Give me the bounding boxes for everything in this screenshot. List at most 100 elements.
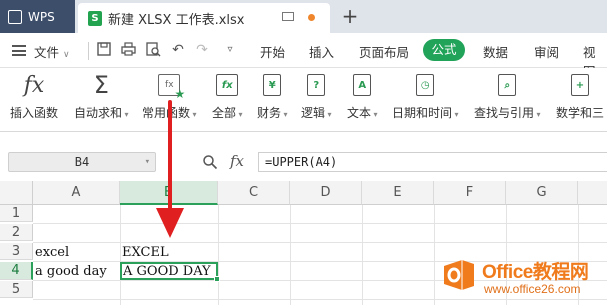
formula-input[interactable]: =UPPER(A4) xyxy=(258,152,607,172)
finance-book-glyph: ¥ xyxy=(263,74,282,96)
autosum-label-text: 自动求和 xyxy=(74,106,123,120)
tab-data[interactable]: 数据 xyxy=(483,42,508,61)
tab-start[interactable]: 开始 xyxy=(260,42,285,61)
text-book-glyph: A xyxy=(353,74,372,96)
column-header-g[interactable]: G xyxy=(506,181,578,205)
common-functions-glyph: fx ★ xyxy=(158,74,185,101)
tab-page-layout[interactable]: 页面布局 xyxy=(359,42,409,61)
cell-b3[interactable]: EXCEL xyxy=(120,244,169,261)
grid-line xyxy=(33,223,607,224)
dropdown-caret-icon: ▾ xyxy=(534,110,541,119)
grid-line xyxy=(33,242,607,243)
fx-book-glyph: fx xyxy=(216,74,239,96)
watermark: Office教程网 www.office26.com xyxy=(442,256,607,305)
save-icon[interactable] xyxy=(96,42,112,58)
wps-app-tab[interactable]: WPS xyxy=(0,0,75,33)
title-bar: WPS S 新建 XLSX 工作表.xlsx + xyxy=(0,0,607,33)
common-functions-icon: fx ★ xyxy=(156,72,185,101)
lookup-book-icon: ⌕ xyxy=(494,72,520,98)
cell-a4[interactable]: a good day xyxy=(33,263,107,280)
math-book-glyph: + xyxy=(571,74,589,96)
column-header-h[interactable] xyxy=(578,181,607,205)
dropdown-caret-icon: ▾ xyxy=(122,110,129,119)
lookup-book-glyph: ⌕ xyxy=(498,74,517,96)
file-tab[interactable]: S 新建 XLSX 工作表.xlsx xyxy=(78,3,330,33)
lookup-reference-button[interactable]: ⌕ 查找与引用 ▾ xyxy=(474,72,541,121)
insert-function-label: 插入函数 xyxy=(10,106,59,120)
wps-app-tab-label: WPS xyxy=(28,9,55,24)
logic-button[interactable]: ? 逻辑 ▾ xyxy=(301,72,332,121)
row-header-3[interactable]: 3 xyxy=(0,243,33,260)
print-icon[interactable] xyxy=(120,42,136,58)
dropdown-caret-icon: ▾ xyxy=(190,110,197,119)
text-functions-button[interactable]: A 文本 ▾ xyxy=(347,72,378,121)
grid-line xyxy=(434,205,435,305)
zoom-icon[interactable] xyxy=(202,154,218,170)
fx-book-icon: fx xyxy=(214,72,240,98)
wps-logo-icon xyxy=(8,9,22,24)
finance-book-icon: ¥ xyxy=(259,72,285,98)
fill-handle[interactable] xyxy=(214,276,220,282)
dropdown-caret-icon: ▾ xyxy=(371,110,378,119)
dropdown-caret-icon: ▾ xyxy=(325,110,332,119)
text-functions-label: 文本 ▾ xyxy=(347,104,378,121)
name-box-value: B4 xyxy=(74,155,90,169)
datetime-button[interactable]: ◷ 日期和时间 ▾ xyxy=(392,72,459,121)
datetime-book-icon: ◷ xyxy=(412,72,438,98)
text-functions-label-text: 文本 xyxy=(347,106,372,120)
all-functions-button[interactable]: fx 全部 ▾ xyxy=(212,72,243,121)
red-arrow-annotation xyxy=(156,100,184,238)
column-header-f[interactable]: F xyxy=(434,181,506,205)
file-menu[interactable]: 文件 ∨ xyxy=(34,42,70,61)
file-menu-label: 文件 xyxy=(34,45,60,60)
sigma-icon: Σ xyxy=(93,71,109,99)
dropdown-caret-icon: ▾ xyxy=(452,110,459,119)
row-header-1[interactable]: 1 xyxy=(0,205,33,222)
lookup-reference-label: 查找与引用 ▾ xyxy=(474,104,541,121)
column-header-d[interactable]: D xyxy=(290,181,362,205)
autosum-button[interactable]: Σ 自动求和 ▾ xyxy=(74,71,129,121)
new-tab-button[interactable]: + xyxy=(340,5,360,27)
finance-button[interactable]: ¥ 财务 ▾ xyxy=(257,72,288,121)
logic-book-glyph: ? xyxy=(307,74,326,96)
row-header-4[interactable]: 4 xyxy=(0,262,33,280)
all-functions-label-text: 全部 xyxy=(212,106,237,120)
tab-review[interactable]: 审阅 xyxy=(534,42,559,61)
lookup-reference-label-text: 查找与引用 xyxy=(474,106,535,120)
customize-toolbar-icon[interactable]: ▿ xyxy=(222,42,238,58)
column-header-a[interactable]: A xyxy=(33,181,120,205)
math-trig-button[interactable]: + 数学和三 xyxy=(556,72,604,121)
math-book-icon: + xyxy=(567,72,593,98)
active-cell-border[interactable] xyxy=(120,262,220,282)
hamburger-icon[interactable] xyxy=(12,45,26,56)
formula-fx-icon[interactable]: fx xyxy=(230,152,244,170)
column-header-e[interactable]: E xyxy=(362,181,434,205)
column-header-c[interactable]: C xyxy=(218,181,290,205)
name-box[interactable]: B4 ▾ xyxy=(8,152,156,172)
autosum-label: 自动求和 ▾ xyxy=(74,104,129,121)
dropdown-caret-icon: ▾ xyxy=(236,110,243,119)
finance-label: 财务 ▾ xyxy=(257,104,288,121)
ribbon-formulas: fx 插入函数 Σ 自动求和 ▾ fx ★ 常用函数 ▾ fx 全部 ▾ ¥ 财务… xyxy=(0,68,607,132)
select-all-corner[interactable] xyxy=(0,181,33,205)
tab-insert[interactable]: 插入 xyxy=(309,42,334,61)
logic-book-icon: ? xyxy=(303,72,329,98)
monitor-icon[interactable] xyxy=(282,12,294,21)
file-tab-label: 新建 XLSX 工作表.xlsx xyxy=(108,12,245,28)
xlsx-file-icon: S xyxy=(88,10,102,26)
insert-function-button[interactable]: fx 插入函数 xyxy=(10,72,58,121)
print-preview-icon[interactable] xyxy=(145,42,161,58)
grid-line xyxy=(290,205,291,305)
row-header-5[interactable]: 5 xyxy=(0,281,33,298)
tab-formulas[interactable]: 公式 xyxy=(423,39,465,61)
watermark-brand: Office教程网 xyxy=(482,262,589,283)
toolbar-divider xyxy=(88,42,89,60)
chevron-down-icon: ∨ xyxy=(63,50,70,60)
row-header-2[interactable]: 2 xyxy=(0,224,33,241)
cell-a3[interactable]: excel xyxy=(33,244,69,261)
dropdown-caret-icon: ▾ xyxy=(281,110,288,119)
star-icon: ★ xyxy=(174,87,186,101)
undo-icon[interactable]: ↶ xyxy=(170,42,186,58)
grid-line xyxy=(362,205,363,305)
redo-icon[interactable]: ↷ xyxy=(194,42,210,58)
